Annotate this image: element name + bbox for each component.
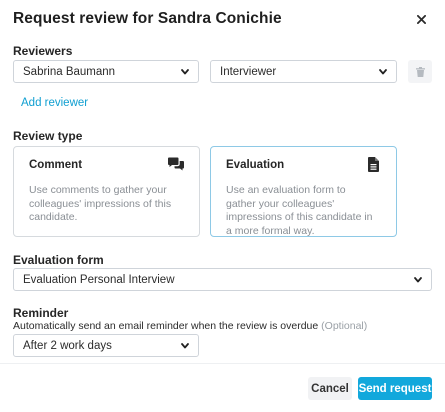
trash-icon <box>415 66 425 77</box>
reviewer-role-select[interactable]: Interviewer <box>210 60 397 83</box>
evaluation-form-select[interactable]: Evaluation Personal Interview <box>13 268 432 291</box>
reminder-select-value: After 2 work days <box>23 339 112 352</box>
optional-tag: (Optional) <box>321 320 368 332</box>
footer-divider <box>0 363 445 364</box>
reminder-select[interactable]: After 2 work days <box>13 334 199 357</box>
review-type-comment-card[interactable]: Comment Use comments to gather your coll… <box>13 146 200 237</box>
evaluation-form-label: Evaluation form <box>13 253 104 267</box>
document-icon <box>368 157 379 177</box>
review-type-evaluation-card[interactable]: Evaluation Use an evaluation form to gat… <box>210 146 397 237</box>
request-review-dialog: Request review for Sandra Conichie Revie… <box>0 0 445 412</box>
evaluation-form-value: Evaluation Personal Interview <box>23 273 175 286</box>
dialog-title: Request review for Sandra Conichie <box>13 10 282 27</box>
reminder-hint: Automatically send an email reminder whe… <box>13 320 367 332</box>
evaluation-card-description: Use an evaluation form to gather your co… <box>226 184 373 237</box>
cancel-button[interactable]: Cancel <box>308 377 352 400</box>
add-reviewer-link[interactable]: Add reviewer <box>21 97 88 109</box>
review-type-label: Review type <box>13 129 83 143</box>
chevron-down-icon <box>413 275 423 285</box>
reviewer-select-value: Sabrina Baumann <box>23 65 116 78</box>
comment-card-description: Use comments to gather your colleagues' … <box>29 184 172 223</box>
chevron-down-icon <box>180 67 190 77</box>
reminder-label: Reminder <box>13 306 69 320</box>
comments-icon <box>167 157 185 177</box>
comment-card-title: Comment <box>29 159 83 171</box>
send-request-button[interactable]: Send request <box>358 377 432 400</box>
evaluation-card-title: Evaluation <box>226 159 285 171</box>
reviewer-select[interactable]: Sabrina Baumann <box>13 60 199 83</box>
close-button[interactable] <box>412 10 430 28</box>
reminder-hint-text: Automatically send an email reminder whe… <box>13 320 319 332</box>
reviewers-label: Reviewers <box>13 44 73 58</box>
remove-reviewer-button[interactable] <box>408 60 432 83</box>
close-icon <box>416 14 426 24</box>
chevron-down-icon <box>180 341 190 351</box>
reviewer-role-value: Interviewer <box>220 65 277 78</box>
chevron-down-icon <box>378 67 388 77</box>
